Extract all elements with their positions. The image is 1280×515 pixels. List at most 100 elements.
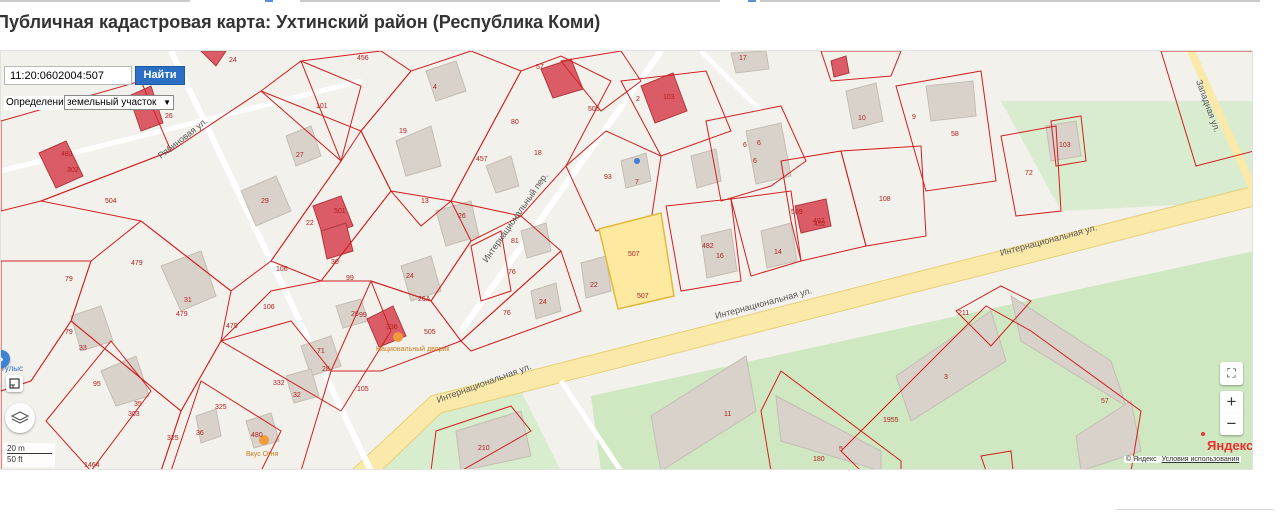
parcel-number-label: 26 — [351, 311, 359, 318]
parcel-number-label: 302 — [67, 167, 79, 174]
map-marker-icon — [634, 158, 640, 164]
parcel-number-label: 24 — [539, 299, 547, 306]
parcel-number-label: 452 — [814, 221, 826, 228]
parcel-number-label: 28 — [322, 366, 330, 373]
layers-icon[interactable] — [5, 403, 35, 433]
parcel-number-label: 103 — [663, 94, 675, 101]
parcel-number-label: 505 — [424, 329, 436, 336]
poi-icon — [393, 332, 403, 342]
parcel-number-label: 24 — [406, 273, 414, 280]
parcel-number-label: 99 — [359, 312, 367, 319]
parcel-number-label: 27 — [296, 152, 304, 159]
poi-label: Национальный дворик — [376, 345, 450, 353]
parcel-number-label: 99 — [346, 275, 354, 282]
parcel-number-label: 76 — [508, 269, 516, 276]
parcel-number-label: 105 — [357, 386, 369, 393]
parcel-number-label: 57 — [1101, 398, 1109, 405]
parcel-number-label: 457 — [476, 156, 488, 163]
parcel-number-label: 501 — [334, 208, 346, 215]
parcel-number-label: 76 — [503, 310, 511, 317]
parcel-number-label: 26A — [418, 296, 431, 303]
parcel-number-label: 7 — [635, 179, 639, 186]
parcel-number-label: 106 — [276, 266, 288, 273]
parcel-number-label: 79 — [65, 329, 73, 336]
parcel-number-label: 180 — [813, 456, 825, 463]
parcel-number-label: 504 — [105, 198, 117, 205]
parcel-number-label: 22 — [306, 220, 314, 227]
map-marker-icon — [1201, 432, 1205, 436]
parcel-number-label: 6 — [743, 142, 747, 149]
parcel-number-label: 325 — [167, 435, 179, 442]
parcel-number-label: 507 — [628, 251, 640, 258]
parcel-number-label: 80 — [511, 119, 519, 126]
map-canvas[interactable]: 45624101457805051726194571848330227504 29… — [1, 51, 1253, 470]
scale-bar — [7, 453, 52, 454]
parcel-number-label: 479 — [226, 323, 238, 330]
yandex-logo[interactable]: Яндекс — [1207, 438, 1252, 453]
map-scale: 20 m 50 ft — [3, 443, 55, 467]
parcel-number-label: 72 — [1025, 170, 1033, 177]
parcel-number-label: 11 — [724, 411, 731, 418]
parcel-number-label: 10 — [858, 115, 866, 122]
zoom-out-button[interactable]: − — [1220, 413, 1243, 435]
parcel-number-label: 14 — [774, 249, 782, 256]
parcel-number-label: 30 — [331, 259, 339, 266]
parcel-number-label: 6 — [753, 158, 757, 165]
parcel-number-label: 31 — [184, 297, 192, 304]
parcel-number-label: 24 — [229, 57, 237, 64]
parcel-number-label: 9 — [912, 114, 916, 121]
parcel-number-label: 482 — [702, 243, 714, 250]
definition-select[interactable]: земельный участок ▼ — [64, 95, 174, 110]
parcel-number-label: 211 — [958, 310, 969, 317]
parcel-number-label: 101 — [316, 103, 328, 110]
top-tab-strip — [0, 0, 1280, 3]
parcel-number-label: 18 — [534, 150, 542, 157]
parcel-number-label: 1464 — [84, 462, 100, 469]
parcel-number-label: 4 — [433, 84, 437, 91]
parcel-number-label: 509 — [791, 209, 803, 216]
parcel-number-label: 106 — [263, 304, 275, 311]
parcel-number-label: 95 — [93, 381, 101, 388]
parcel-number-label: 81 — [511, 238, 519, 245]
parcel-number-label: 5 — [839, 446, 843, 453]
parcel-number-label: 479 — [176, 311, 188, 318]
parcel-number-label: 483 — [61, 151, 73, 158]
parcel-number-label: 32 — [293, 392, 301, 399]
parcel-number-label: 2 — [636, 96, 640, 103]
parcel-number-label: 16 — [716, 253, 724, 260]
parcel-number-label: 505 — [588, 106, 600, 113]
parcel-number-label: 22 — [590, 282, 598, 289]
parcel-number-label: 1955 — [883, 417, 899, 424]
parcel-number-label: 71 — [317, 348, 325, 355]
parcel-number-label: 58 — [951, 131, 959, 138]
parcel-number-label: 35 — [134, 401, 142, 408]
parcel-number-label: 479 — [131, 260, 143, 267]
ruler-icon[interactable] — [6, 375, 23, 392]
parcel-number-label: 13 — [421, 198, 429, 205]
copyright-text: © Яндекс — [1126, 456, 1157, 463]
terms-link[interactable]: Условия использования — [1162, 456, 1240, 463]
parcel-number-label: 325 — [215, 404, 227, 411]
poi-label: Вкус Огня — [246, 451, 279, 458]
parcel-number-label: 480 — [251, 432, 263, 439]
parcel-number-label: 26 — [165, 113, 173, 120]
parcel-number-label: 332 — [273, 380, 285, 387]
parcel-number-label: 336 — [386, 324, 398, 331]
page-title: Публичная кадастровая карта: Ухтинский р… — [0, 12, 601, 32]
find-button[interactable]: Найти — [135, 66, 185, 85]
parcel-number-label: 93 — [604, 174, 612, 181]
parcel-number-label: 108 — [879, 196, 891, 203]
map-attribution: © Яндекс Условия использования — [1124, 456, 1242, 463]
cadastral-number-input[interactable] — [4, 66, 132, 85]
parcel-number-label: 456 — [357, 55, 369, 62]
parcel-number-label: 26 — [458, 213, 466, 220]
parcel-number-label: 6 — [757, 140, 761, 147]
parcel-number-label: 303 — [128, 411, 140, 418]
parcel-number-label: 57 — [536, 64, 544, 71]
map-viewport[interactable]: 456 24 101 4 57 80 505 17 26 19 457 18 483 302 27 504 29… — [0, 50, 1253, 470]
fullscreen-icon[interactable]: ⛶ — [1220, 362, 1243, 385]
page-corner-outline — [1115, 509, 1275, 512]
definition-selected-value: земельный участок — [67, 97, 157, 108]
zoom-in-button[interactable]: + — [1220, 391, 1243, 413]
parcel-number-label: 19 — [399, 128, 407, 135]
